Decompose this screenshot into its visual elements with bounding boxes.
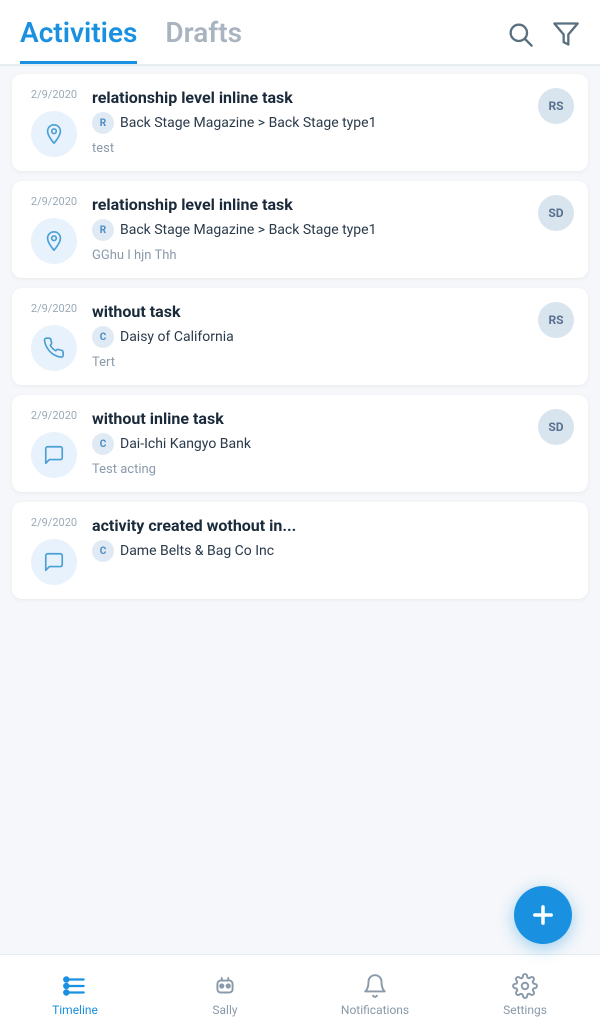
nav-item-timeline[interactable]: Timeline [40,973,110,1017]
activity-date: 2/9/2020 [31,88,77,101]
tab-activities[interactable]: Activities [20,16,137,64]
nav-item-notifications[interactable]: Notifications [340,973,410,1017]
activity-card[interactable]: 2/9/2020 without task C Daisy of Califor… [12,288,588,385]
activity-left: 2/9/2020 [28,195,80,264]
activity-left: 2/9/2020 [28,516,80,585]
activity-relation: C Daisy of California [92,326,572,348]
activity-date: 2/9/2020 [31,516,77,529]
nav-label-settings: Settings [503,1003,547,1017]
activity-note: test [92,141,572,156]
activity-title: relationship level inline task [92,195,572,214]
relation-badge: C [92,540,114,562]
activity-icon-phone [31,325,77,371]
tab-drafts[interactable]: Drafts [165,16,242,64]
relation-badge: C [92,326,114,348]
activity-left: 2/9/2020 [28,409,80,478]
relation-text: Back Stage Magazine > Back Stage type1 [120,115,376,131]
activity-card[interactable]: 2/9/2020 without inline task C Dai-Ichi … [12,395,588,492]
nav-item-settings[interactable]: Settings [490,973,560,1017]
activity-left: 2/9/2020 [28,88,80,157]
activity-icon-location [31,218,77,264]
activity-title: relationship level inline task [92,88,572,107]
activity-content: relationship level inline task R Back St… [92,88,572,156]
user-avatar: SD [538,195,574,231]
activity-title: without inline task [92,409,572,428]
activity-icon-message [31,432,77,478]
relation-badge: R [92,219,114,241]
activity-left: 2/9/2020 [28,302,80,371]
bottom-nav: Timeline Sally Notifications Settings [0,954,600,1034]
relation-text: Dame Belts & Bag Co Inc [120,543,274,559]
activity-relation: R Back Stage Magazine > Back Stage type1 [92,112,572,134]
relation-badge: R [92,112,114,134]
user-avatar: RS [538,88,574,124]
activity-icon-message [31,539,77,585]
activity-card[interactable]: 2/9/2020 relationship level inline task … [12,181,588,278]
activity-list: 2/9/2020 relationship level inline task … [0,66,600,719]
activity-note: GGhu I hjn Thh [92,248,572,263]
nav-label-sally: Sally [212,1003,237,1017]
activity-note: Test acting [92,462,572,477]
header-tabs: Activities Drafts [20,16,506,64]
relation-text: Dai-Ichi Kangyo Bank [120,436,251,452]
user-avatar: SD [538,409,574,445]
activity-card[interactable]: 2/9/2020 relationship level inline task … [12,74,588,171]
filter-icon[interactable] [552,20,580,48]
nav-item-sally[interactable]: Sally [190,973,260,1017]
activity-note: Tert [92,355,572,370]
activity-relation: R Back Stage Magazine > Back Stage type1 [92,219,572,241]
user-avatar: RS [538,302,574,338]
header: Activities Drafts [0,0,600,66]
header-icons [506,20,580,60]
nav-label-timeline: Timeline [52,1003,98,1017]
activity-icon-location [31,111,77,157]
activity-content: without inline task C Dai-Ichi Kangyo Ba… [92,409,572,477]
activity-content: without task C Daisy of California Tert [92,302,572,370]
activity-date: 2/9/2020 [31,409,77,422]
activity-title: without task [92,302,572,321]
activity-relation: C Dai-Ichi Kangyo Bank [92,433,572,455]
relation-badge: C [92,433,114,455]
fab-add-button[interactable] [514,886,572,944]
activity-relation: C Dame Belts & Bag Co Inc [92,540,572,562]
relation-text: Back Stage Magazine > Back Stage type1 [120,222,376,238]
nav-label-notifications: Notifications [341,1003,409,1017]
activity-card[interactable]: 2/9/2020 activity created wothout in... … [12,502,588,599]
relation-text: Daisy of California [120,329,234,345]
activity-date: 2/9/2020 [31,302,77,315]
search-icon[interactable] [506,20,534,48]
activity-content: relationship level inline task R Back St… [92,195,572,263]
activity-content: activity created wothout in... C Dame Be… [92,516,572,562]
activity-date: 2/9/2020 [31,195,77,208]
activity-title: activity created wothout in... [92,516,572,535]
